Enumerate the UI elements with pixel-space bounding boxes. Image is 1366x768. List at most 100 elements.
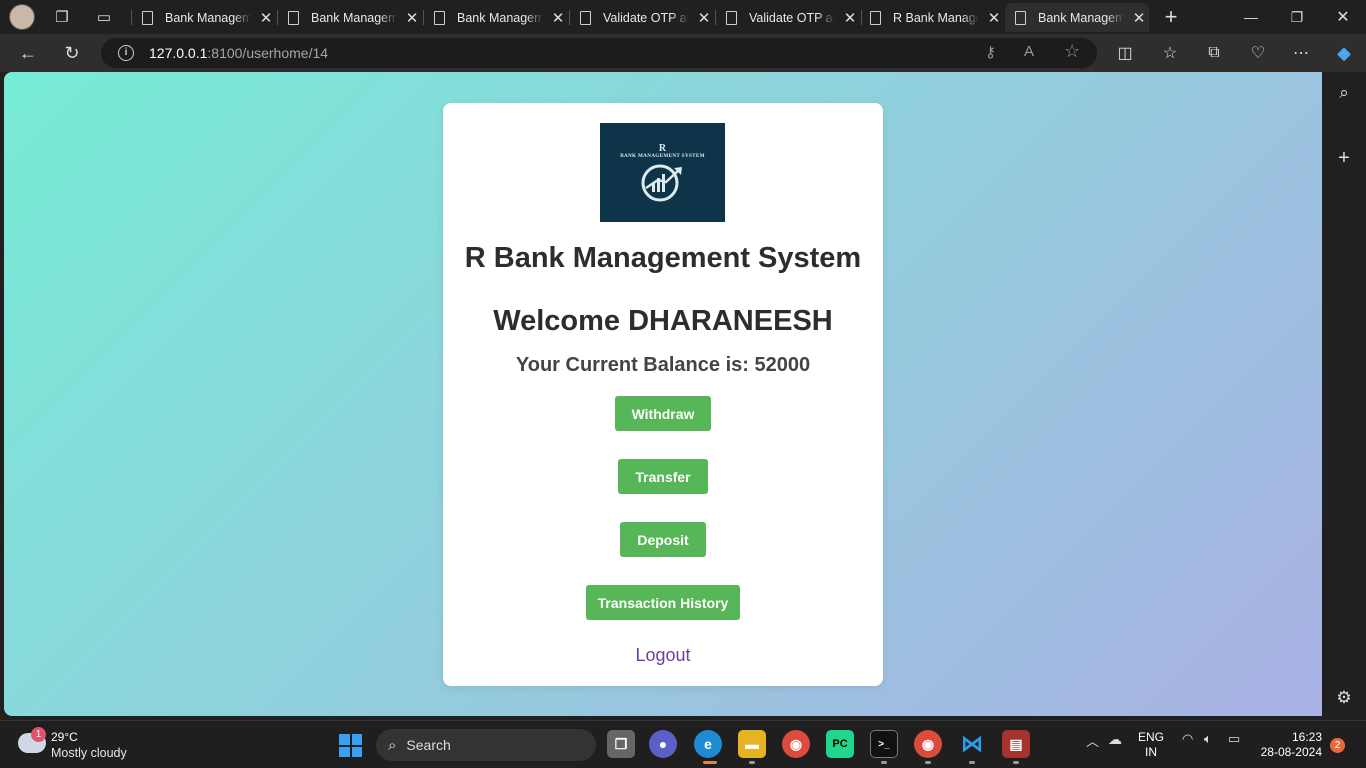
close-tab-icon[interactable]: ✕ — [843, 9, 857, 27]
chrome-profile-icon[interactable]: ◉ — [914, 730, 942, 758]
favorites-icon[interactable]: ☆ — [1155, 38, 1185, 68]
region-code: IN — [1145, 745, 1157, 759]
active-app-indicator — [703, 761, 717, 764]
workspaces-icon[interactable]: ❐ — [44, 0, 80, 34]
page-icon — [142, 10, 153, 25]
running-indicator — [1013, 761, 1019, 764]
task-view-icon[interactable]: ❐ — [607, 730, 635, 758]
growth-chart-icon — [641, 164, 682, 202]
close-tab-icon[interactable]: ✕ — [987, 9, 1001, 27]
close-tab-icon[interactable]: ✕ — [697, 9, 711, 27]
tab-title: Bank Management System — [1038, 10, 1124, 25]
tab-2[interactable]: Bank Management System ✕ — [278, 3, 420, 32]
pycharm-icon[interactable]: PC — [826, 730, 854, 758]
profile-avatar[interactable] — [9, 4, 35, 30]
chat-icon[interactable]: ● — [649, 730, 677, 758]
tab-title: Bank Management System — [457, 10, 543, 25]
balance-text: Your Current Balance is: 52000 — [515, 354, 811, 376]
tab-3[interactable]: Bank Management System ✕ — [424, 3, 566, 32]
page-icon — [1015, 10, 1026, 25]
url-host: 127.0.0.1 — [149, 45, 208, 61]
read-aloud-icon[interactable]: A — [1024, 43, 1034, 60]
deposit-button[interactable]: Deposit — [620, 522, 706, 557]
key-icon[interactable]: ⚷ — [985, 43, 996, 61]
taskbar-search[interactable]: ⌕ Search — [376, 729, 596, 761]
split-screen-icon[interactable]: ◫ — [1110, 38, 1140, 68]
tab-title: Bank Management System — [165, 10, 251, 25]
date: 28-08-2024 — [1260, 745, 1322, 759]
vscode-icon[interactable]: ⋈ — [958, 730, 986, 758]
windows-start-icon[interactable] — [339, 734, 362, 757]
terminal-icon[interactable]: >_ — [870, 730, 898, 758]
bank-title: R Bank Management System — [464, 242, 862, 274]
taskbar: 1 29°C Mostly cloudy ⌕ Search ❐ ● e ▬ ◉ … — [0, 720, 1366, 768]
favorite-star-icon[interactable]: ☆ — [1064, 41, 1080, 62]
tab-title: Validate OTP and — [749, 10, 835, 25]
tab-title: Validate OTP and — [603, 10, 689, 25]
page-icon — [580, 10, 591, 25]
search-icon[interactable]: ⌕ — [1333, 82, 1355, 104]
clock[interactable]: 16:23 28-08-2024 — [1258, 730, 1322, 760]
onedrive-cloud-icon[interactable]: ☁ — [1108, 731, 1122, 748]
navigation-bar: ← ↻ i 127.0.0.1:8100/userhome/14 ⚷ A ☆ ◫… — [0, 34, 1366, 72]
more-options-icon[interactable]: ⋯ — [1286, 38, 1316, 68]
page-icon — [434, 10, 445, 25]
close-window-icon[interactable]: ✕ — [1320, 0, 1366, 34]
language-indicator[interactable]: ENG IN — [1138, 730, 1164, 760]
tab-5[interactable]: Validate OTP and ✕ — [716, 3, 858, 32]
wifi-icon[interactable]: ◠ — [1182, 731, 1193, 747]
close-tab-icon[interactable]: ✕ — [551, 9, 565, 27]
collections-icon[interactable]: ⧉ — [1199, 38, 1229, 68]
transfer-button[interactable]: Transfer — [618, 459, 708, 494]
transaction-history-button[interactable]: Transaction History — [586, 585, 740, 620]
temperature[interactable]: 29°C — [51, 730, 78, 744]
close-tab-icon[interactable]: ✕ — [1132, 9, 1146, 27]
tab-strip: ❐ ▭ Bank Management System ✕ Bank Manage… — [0, 0, 1366, 34]
logo-text: BANK MANAGEMENT SYSTEM — [620, 153, 705, 159]
chrome-icon[interactable]: ◉ — [782, 730, 810, 758]
url-path: :8100/userhome/14 — [207, 45, 329, 61]
tab-title: Bank Management System — [311, 10, 397, 25]
running-indicator — [969, 761, 975, 764]
logout-link[interactable]: Logout — [443, 645, 883, 666]
minimize-icon[interactable]: — — [1228, 0, 1274, 34]
running-indicator — [925, 761, 931, 764]
page-icon — [288, 10, 299, 25]
tab-1[interactable]: Bank Management System ✕ — [132, 3, 274, 32]
search-label: Search — [406, 737, 451, 753]
time: 16:23 — [1291, 730, 1322, 744]
language-code: ENG — [1138, 730, 1165, 744]
weather-badge: 1 — [31, 727, 46, 742]
file-explorer-icon[interactable]: ▬ — [738, 730, 766, 758]
page-icon — [870, 10, 881, 25]
notification-badge[interactable]: 2 — [1330, 738, 1345, 753]
close-tab-icon[interactable]: ✕ — [405, 9, 419, 27]
show-hidden-icons-chevron-icon[interactable]: ︿ — [1086, 731, 1099, 750]
tab-4[interactable]: Validate OTP and ✕ — [570, 3, 712, 32]
tab-actions-icon[interactable]: ▭ — [86, 0, 122, 34]
edge-icon[interactable]: e — [694, 730, 722, 758]
page-icon — [726, 10, 737, 25]
withdraw-button[interactable]: Withdraw — [615, 396, 711, 431]
refresh-icon[interactable]: ↻ — [57, 38, 87, 68]
restore-icon[interactable]: ❐ — [1274, 0, 1320, 34]
tab-title: R Bank Management — [893, 10, 979, 25]
weather-condition[interactable]: Mostly cloudy — [51, 746, 127, 760]
winrar-icon[interactable]: ▤ — [1002, 730, 1030, 758]
battery-icon[interactable]: ▭ — [1228, 731, 1240, 747]
copilot-icon[interactable]: ◆ — [1329, 38, 1359, 68]
site-info-icon[interactable]: i — [118, 45, 134, 61]
close-tab-icon[interactable]: ✕ — [259, 9, 273, 27]
volume-icon[interactable]: 🔈︎ — [1204, 731, 1212, 747]
web-page: R BANK MANAGEMENT SYSTEM R Bank Manageme… — [4, 72, 1322, 716]
new-tab-icon[interactable]: + — [1153, 0, 1189, 34]
address-bar[interactable]: i 127.0.0.1:8100/userhome/14 — [101, 38, 1097, 68]
settings-gear-icon[interactable]: ⚙ — [1333, 687, 1355, 709]
tab-6[interactable]: R Bank Management ✕ — [860, 3, 1002, 32]
browser-essentials-icon[interactable]: ♡ — [1243, 38, 1273, 68]
bank-logo: R BANK MANAGEMENT SYSTEM — [600, 123, 725, 222]
tab-7-active[interactable]: Bank Management System ✕ — [1005, 3, 1149, 32]
add-icon[interactable]: + — [1333, 147, 1355, 169]
dashboard-card: R BANK MANAGEMENT SYSTEM R Bank Manageme… — [443, 103, 883, 686]
back-icon[interactable]: ← — [13, 38, 43, 68]
